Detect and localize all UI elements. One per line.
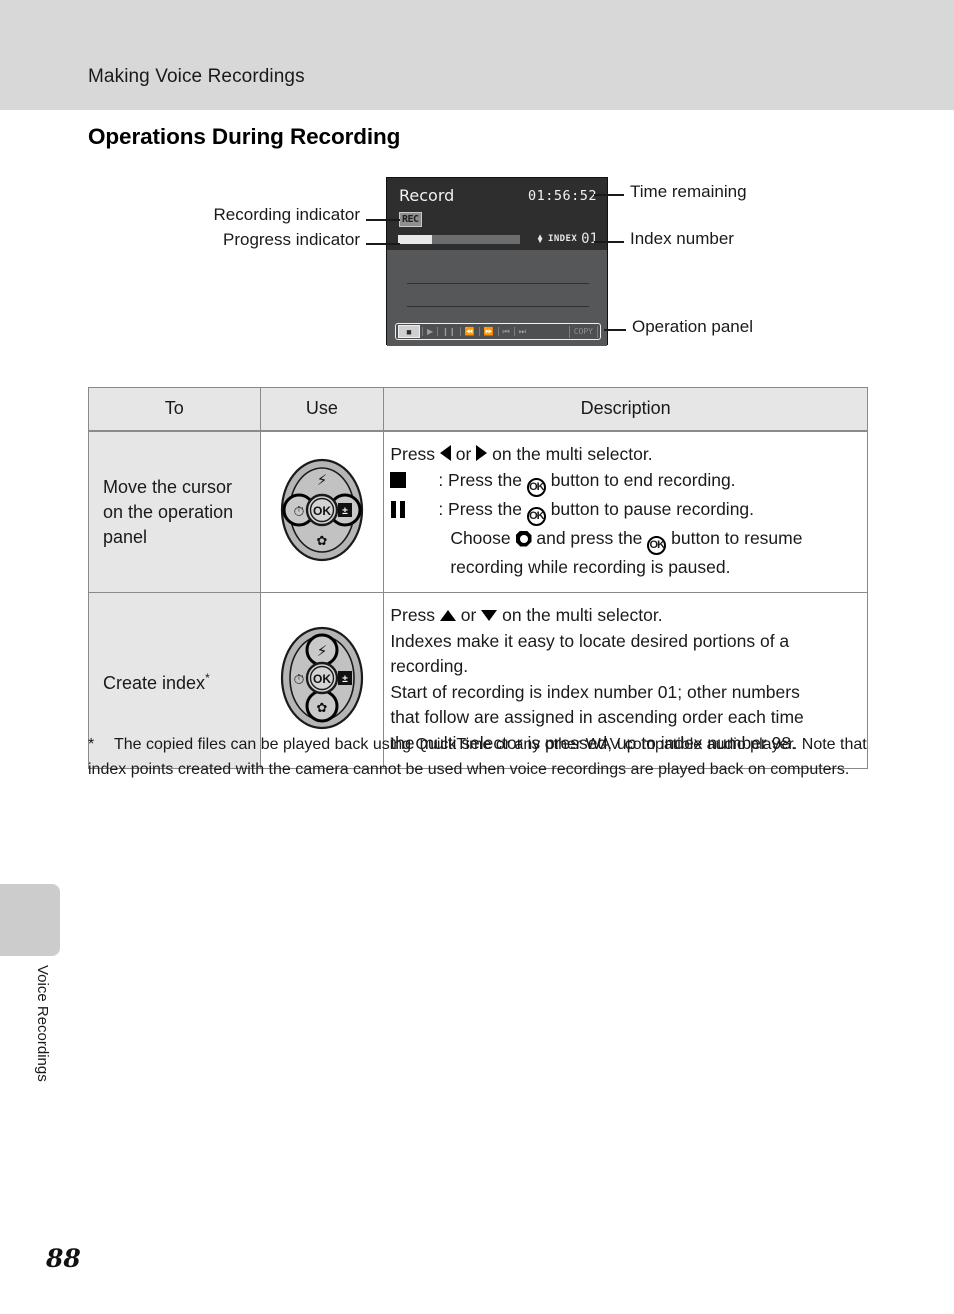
record-octagon-icon [515,530,532,547]
svg-text:⚡: ⚡ [317,642,328,660]
pause-bars-icon [390,500,406,518]
desc-line-press-lr: Press or on the multi selector. [390,444,653,464]
desc-line-index-4: that follow are assigned in ascending or… [390,707,804,727]
panel-separator [459,327,461,336]
up-down-arrows-icon: ▲ ▼ [536,232,545,245]
ok-button-icon: OK [526,506,546,526]
desc-line-index-1: Indexes make it easy to locate desired p… [390,630,790,651]
footnote-marker: * [205,670,210,685]
operation-panel[interactable]: ■ ▶ ❙❙ ⏪ ⏩ ⏮ ⏭ COPY [395,323,601,340]
desc-line-index-2: recording. [390,656,469,676]
fast-forward-button-icon[interactable]: ⏩ [482,325,496,338]
panel-separator [478,327,480,336]
stop-square-icon [390,471,407,488]
svg-text:OK: OK [313,504,331,518]
copy-button[interactable]: COPY [568,325,598,338]
desc-line-resume-1: Choose and press the OK button to resume [390,526,855,555]
column-header-description: Description [383,387,868,432]
column-header-use: Use [259,387,385,432]
camera-lcd: Record 01:56:52 REC ▲ ▼ INDEX 01 ■ ▶ ❙❙ ⏪… [386,177,608,346]
panel-separator [437,327,439,336]
row-label-move-cursor: Move the cursor on the operation panel [88,430,261,593]
leader-line-index-number [594,241,624,243]
rewind-button-icon[interactable]: ⏪ [463,325,477,338]
operations-table: To Use Description Move the cursor on th… [88,387,868,769]
left-triangle-icon [439,445,451,461]
panel-separator [513,327,515,336]
index-label: INDEX [548,234,578,244]
desc-line-resume-2: recording while recording is paused. [450,556,731,577]
svg-text:✿: ✿ [316,701,327,716]
callout-operation-panel: Operation panel [632,317,753,336]
right-triangle-icon [476,445,488,461]
leader-line-time-remaining [594,194,624,196]
row-description-move-cursor: Press or on the multi selector. : Press … [383,430,868,593]
up-triangle-icon [439,610,456,621]
footnote: * The copied files can be played back us… [88,732,878,782]
down-triangle-icon [481,610,498,621]
panel-separator [422,327,423,336]
column-header-to: To [88,387,261,432]
footnote-text: The copied files can be played back usin… [88,736,867,778]
multi-selector-diagram: OK ⚡ ✿ ⏱ ± [280,458,364,561]
page-number: 88 [46,1244,81,1273]
svg-text:⏱: ⏱ [293,672,304,688]
lcd-mode-label: Record [399,186,455,205]
ok-button-icon: OK [647,535,667,555]
camera-screen-figure: Record 01:56:52 REC ▲ ▼ INDEX 01 ■ ▶ ❙❙ ⏪… [0,0,954,360]
index-value: 01 [581,231,598,247]
svg-text:⚡: ⚡ [317,471,328,489]
play-button-icon[interactable]: ▶ [425,325,435,338]
table-header-row: To Use Description [88,387,868,432]
svg-text:±: ± [342,506,348,517]
lcd-divider-line-2 [407,306,589,307]
table-row: Move the cursor on the operation panel O… [88,430,868,593]
multi-selector-diagram: OK ⚡ ✿ ⏱ ± [280,626,364,730]
desc-line-pause: : Press the OK button to pause recording… [390,497,855,526]
desc-line-index-3: Start of recording is index number 01; o… [390,681,800,702]
progress-indicator [398,235,520,244]
lcd-divider-line-1 [407,283,589,284]
recording-indicator-badge: REC [399,212,422,227]
progress-indicator-fill [398,235,432,244]
lcd-time-remaining: 01:56:52 [527,188,597,204]
leader-line-operation-panel [604,329,626,331]
chapter-label: Voice Recordings [34,965,51,1082]
svg-text:⏱: ⏱ [293,504,304,520]
skip-next-button-icon[interactable]: ⏭ [517,325,528,338]
panel-separator [497,327,499,336]
row-label-text: Create index [103,672,206,693]
svg-text:✿: ✿ [316,534,327,549]
desc-line-press-ud: Press or on the multi selector. [390,605,663,625]
skip-previous-button-icon[interactable]: ⏮ [501,325,512,338]
footnote-marker: * [88,736,95,753]
chapter-thumb-tab [0,884,60,956]
leader-line-recording-indicator [366,219,400,221]
desc-line-stop: : Press the OK button to end recording. [390,468,855,497]
index-number-group: ▲ ▼ INDEX 01 [536,231,598,247]
callout-time-remaining: Time remaining [630,182,747,201]
multi-selector-left-right-icon: OK ⚡ ✿ ⏱ ± [259,430,385,593]
pause-button-icon[interactable]: ❙❙ [440,325,457,338]
leader-line-progress-indicator [366,243,400,245]
callout-index-number: Index number [630,229,734,248]
stop-button-icon[interactable]: ■ [398,325,420,338]
ok-button-icon: OK [526,477,546,497]
callout-recording-indicator: Recording indicator [213,205,360,224]
svg-text:±: ± [342,674,348,685]
svg-text:OK: OK [313,672,331,686]
callout-progress-indicator: Progress indicator [222,230,360,249]
